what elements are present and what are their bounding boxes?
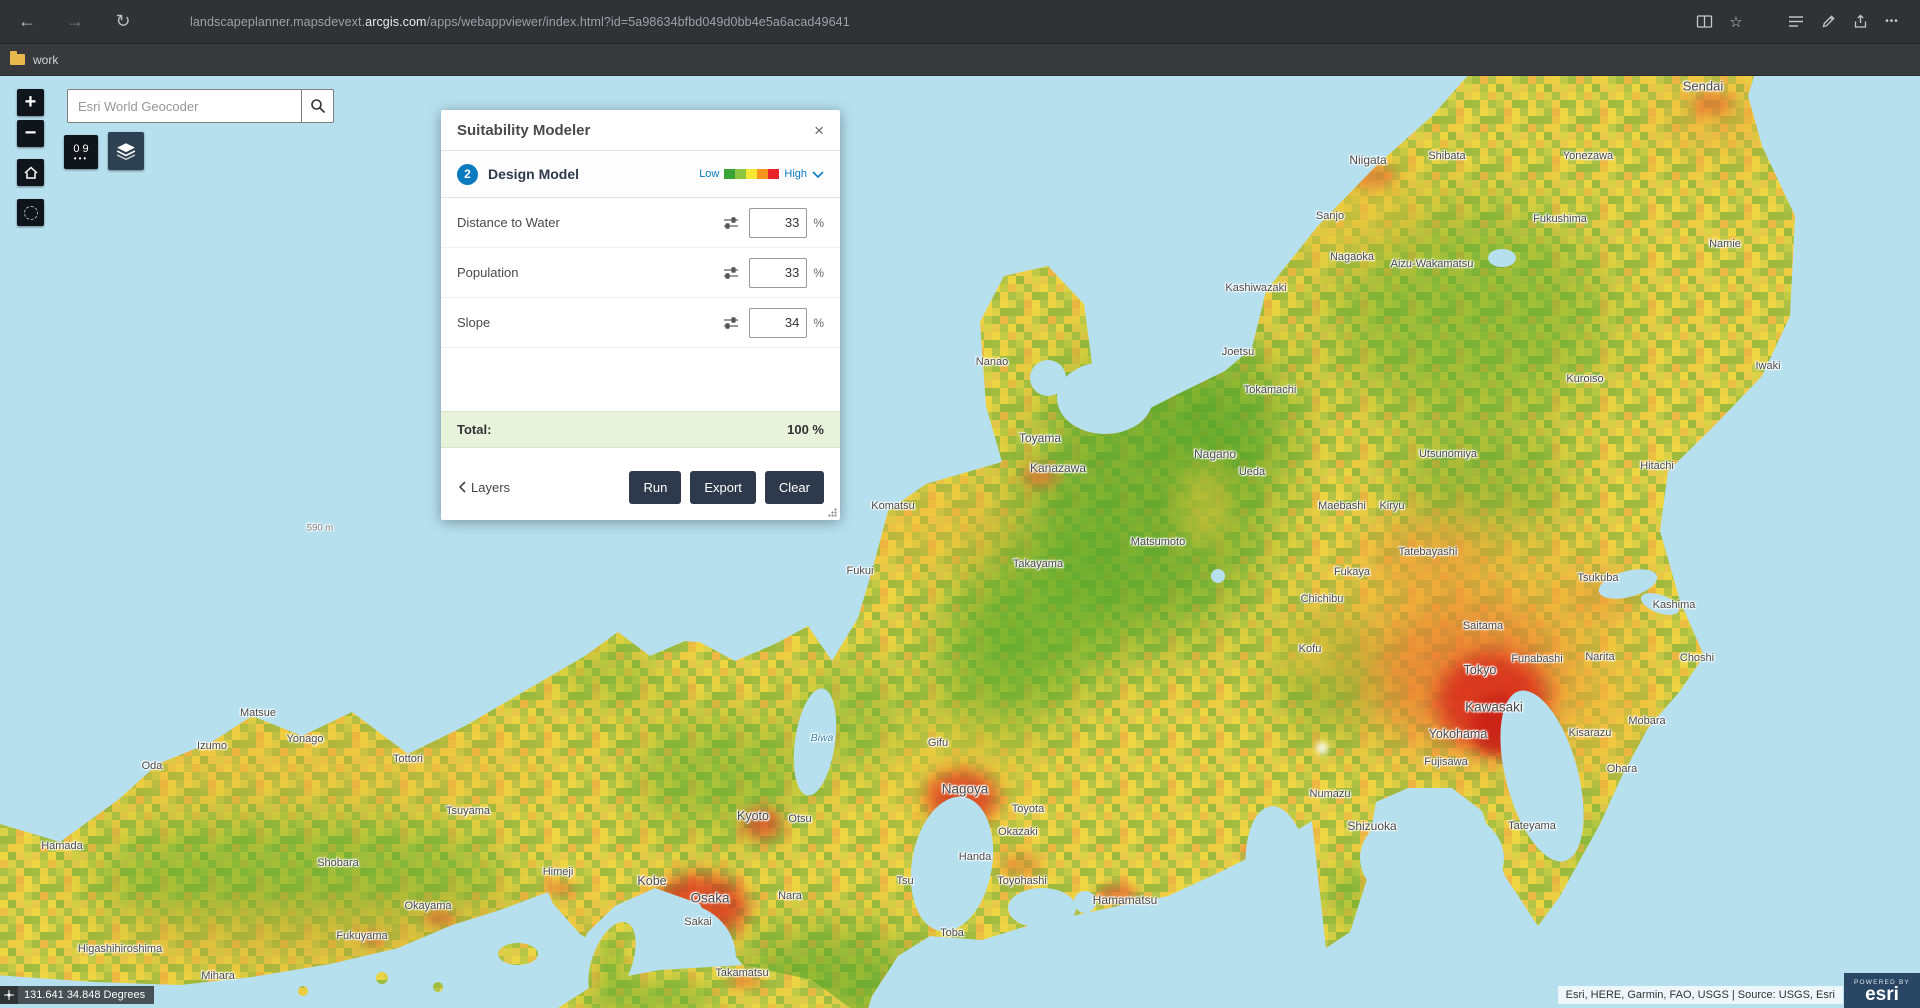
reading-view-button[interactable] bbox=[1688, 7, 1720, 37]
run-button[interactable]: Run bbox=[629, 470, 682, 504]
more-icon: ••• bbox=[1885, 16, 1899, 27]
map-attribution: Esri, HERE, Garmin, FAO, USGS | Source: … bbox=[1557, 986, 1843, 1004]
basemap-layers-button[interactable] bbox=[108, 132, 144, 170]
dashed-circle-icon bbox=[23, 205, 38, 220]
url-host: arcgis.com bbox=[365, 14, 427, 29]
refresh-icon: ↻ bbox=[115, 11, 131, 31]
step-number-badge: 2 bbox=[457, 163, 478, 185]
factor-unit: % bbox=[813, 265, 824, 280]
share-icon bbox=[1854, 14, 1866, 28]
dialog-title: Suitability Modeler bbox=[457, 121, 591, 139]
coordinates-text: 131.641 34.848 Degrees bbox=[24, 989, 146, 1001]
factor-unit: % bbox=[813, 215, 824, 230]
factor-weight-input[interactable] bbox=[749, 257, 808, 288]
sliders-icon[interactable] bbox=[723, 266, 739, 280]
total-label: Total: bbox=[457, 422, 492, 437]
crosshair-icon bbox=[0, 986, 18, 1004]
sliders-icon[interactable] bbox=[723, 316, 739, 330]
factor-row: Population % bbox=[441, 248, 840, 298]
clear-button[interactable]: Clear bbox=[764, 470, 824, 504]
dialog-footer: Layers Run Export Clear bbox=[441, 448, 840, 520]
chevron-down-icon[interactable] bbox=[812, 170, 824, 178]
close-icon[interactable]: × bbox=[814, 122, 824, 139]
factor-unit: % bbox=[813, 315, 824, 330]
url-path: /apps/webappviewer/index.html?id=5a98634… bbox=[426, 14, 850, 29]
map-viewport[interactable]: Sendai Niigata Toyama Kanazawa Nagano Tokyo Ka… bbox=[0, 76, 1920, 1008]
back-icon: ← bbox=[18, 11, 36, 31]
browser-toolbar: ← → ↻ landscapeplanner.mapsdevext.arcgis… bbox=[0, 0, 1920, 44]
layers-icon bbox=[116, 143, 136, 160]
factor-row: Slope % bbox=[441, 298, 840, 348]
plus-icon: + bbox=[24, 91, 37, 113]
legend-low-label: Low bbox=[699, 168, 720, 180]
web-note-button[interactable] bbox=[1812, 7, 1844, 37]
hub-icon bbox=[1789, 16, 1803, 27]
coordinates-display[interactable]: 131.641 34.848 Degrees bbox=[0, 986, 155, 1004]
zoom-out-button[interactable]: − bbox=[17, 120, 44, 147]
extent-dots: ••• bbox=[73, 153, 89, 163]
factor-label: Slope bbox=[457, 315, 491, 330]
favorites-folder-label[interactable]: work bbox=[33, 53, 58, 67]
extent-label: 0 9 bbox=[73, 142, 89, 155]
hub-button[interactable] bbox=[1780, 7, 1812, 37]
extent-navigate-button[interactable]: 0 9 ••• bbox=[64, 135, 98, 169]
refresh-button[interactable]: ↻ bbox=[108, 7, 138, 37]
home-extent-button[interactable] bbox=[17, 159, 44, 186]
zoom-in-button[interactable]: + bbox=[17, 89, 44, 116]
layers-link-label: Layers bbox=[471, 479, 511, 495]
esri-logo: POWERED BY esri bbox=[1844, 973, 1920, 1008]
browser-window: ← → ↻ landscapeplanner.mapsdevext.arcgis… bbox=[0, 0, 1920, 1008]
forward-icon: → bbox=[66, 11, 84, 31]
locate-button[interactable] bbox=[17, 199, 44, 226]
resize-handle[interactable] bbox=[828, 508, 837, 517]
reading-view-icon bbox=[1696, 15, 1712, 28]
factor-weight-input[interactable] bbox=[749, 207, 808, 238]
dialog-header[interactable]: Suitability Modeler × bbox=[441, 110, 840, 151]
step-label: Design Model bbox=[488, 166, 580, 182]
factor-row: Distance to Water % bbox=[441, 198, 840, 248]
minus-icon: − bbox=[24, 122, 37, 144]
forward-button[interactable]: → bbox=[60, 7, 90, 37]
pen-icon bbox=[1822, 15, 1835, 28]
esri-brand-text: esri bbox=[1865, 983, 1899, 1005]
total-value: 100 % bbox=[787, 422, 824, 437]
export-button[interactable]: Export bbox=[690, 470, 756, 504]
factor-label: Population bbox=[457, 265, 519, 280]
search-icon bbox=[310, 99, 325, 114]
home-icon bbox=[23, 166, 38, 179]
sliders-icon[interactable] bbox=[723, 216, 739, 230]
legend: Low High bbox=[699, 168, 824, 180]
favorites-bar: work bbox=[0, 44, 1920, 76]
factor-label: Distance to Water bbox=[457, 215, 560, 230]
total-row: Total: 100 % bbox=[441, 411, 840, 448]
chevron-left-icon bbox=[459, 481, 466, 493]
step-header: 2 Design Model Low High bbox=[441, 151, 840, 198]
suitability-raster-map bbox=[0, 76, 1920, 1008]
legend-color-ramp bbox=[724, 169, 780, 179]
factor-weight-input[interactable] bbox=[749, 307, 808, 338]
geocoder-search bbox=[67, 89, 334, 123]
search-input[interactable] bbox=[67, 89, 301, 123]
search-button[interactable] bbox=[301, 89, 334, 123]
folder-icon bbox=[10, 51, 25, 65]
more-button[interactable]: ••• bbox=[1876, 7, 1908, 37]
share-button[interactable] bbox=[1844, 7, 1876, 37]
star-icon: ☆ bbox=[1729, 13, 1743, 31]
layers-back-link[interactable]: Layers bbox=[459, 480, 510, 495]
back-button[interactable]: ← bbox=[12, 7, 42, 37]
suitability-modeler-panel: Suitability Modeler × 2 Design Model Low… bbox=[441, 110, 840, 520]
address-bar[interactable]: landscapeplanner.mapsdevext.arcgis.com/a… bbox=[190, 15, 850, 29]
url-subdomain: landscapeplanner.mapsdevext. bbox=[190, 14, 366, 29]
legend-high-label: High bbox=[784, 168, 807, 180]
favorite-star-button[interactable]: ☆ bbox=[1720, 7, 1752, 37]
